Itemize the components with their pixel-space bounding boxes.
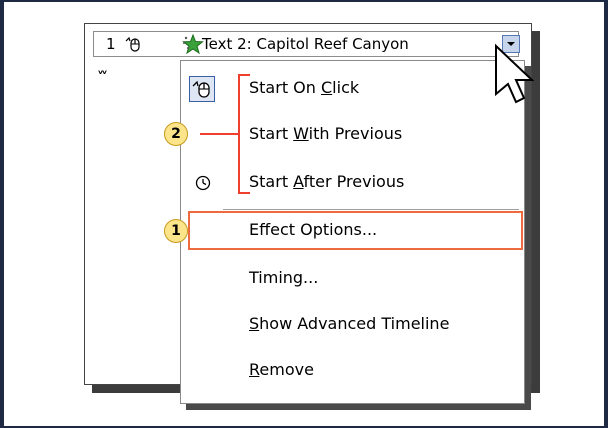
clock-icon [195,175,211,191]
effect-options-highlight [188,211,523,250]
selected-icon-box [189,76,215,102]
sequence-number: 1 [106,35,116,53]
menu-item-label: Timing... [249,268,319,287]
callout-2: 2 [164,122,188,146]
menu-item-label: Start After Previous [249,172,405,191]
bracket-tick-top [238,74,250,76]
menu-item-remove[interactable]: Remove [181,351,524,391]
menu-item-start-on-click[interactable]: Start On Click [181,69,524,109]
menu-item-label: Show Advanced Timeline [249,314,450,333]
mouse-icon [192,80,210,98]
bracket-tick-bottom [238,192,250,194]
menu-item-label: Remove [249,360,314,379]
mouse-pointer-icon [495,43,535,104]
expand-chevron-icon[interactable]: ˅˅ [97,70,108,86]
menu-separator [223,209,519,210]
bracket-connector [200,133,240,135]
menu-item-start-after-previous[interactable]: Start After Previous [181,163,524,203]
menu-item-label: Start With Previous [249,124,403,143]
menu-item-label: Start On Click [249,78,360,97]
entrance-star-icon [182,34,204,54]
animation-list-item[interactable]: 1 Text 2: Capitol Reef Canyon [93,31,520,57]
callout-1: 1 [164,219,188,243]
mouse-click-icon [125,36,140,52]
menu-item-show-advanced-timeline[interactable]: Show Advanced Timeline [181,305,524,345]
menu-item-timing[interactable]: Timing... [181,259,524,299]
menu-item-start-with-previous[interactable]: Start With Previous [181,115,524,155]
effect-title: Text 2: Capitol Reef Canyon [202,35,409,53]
